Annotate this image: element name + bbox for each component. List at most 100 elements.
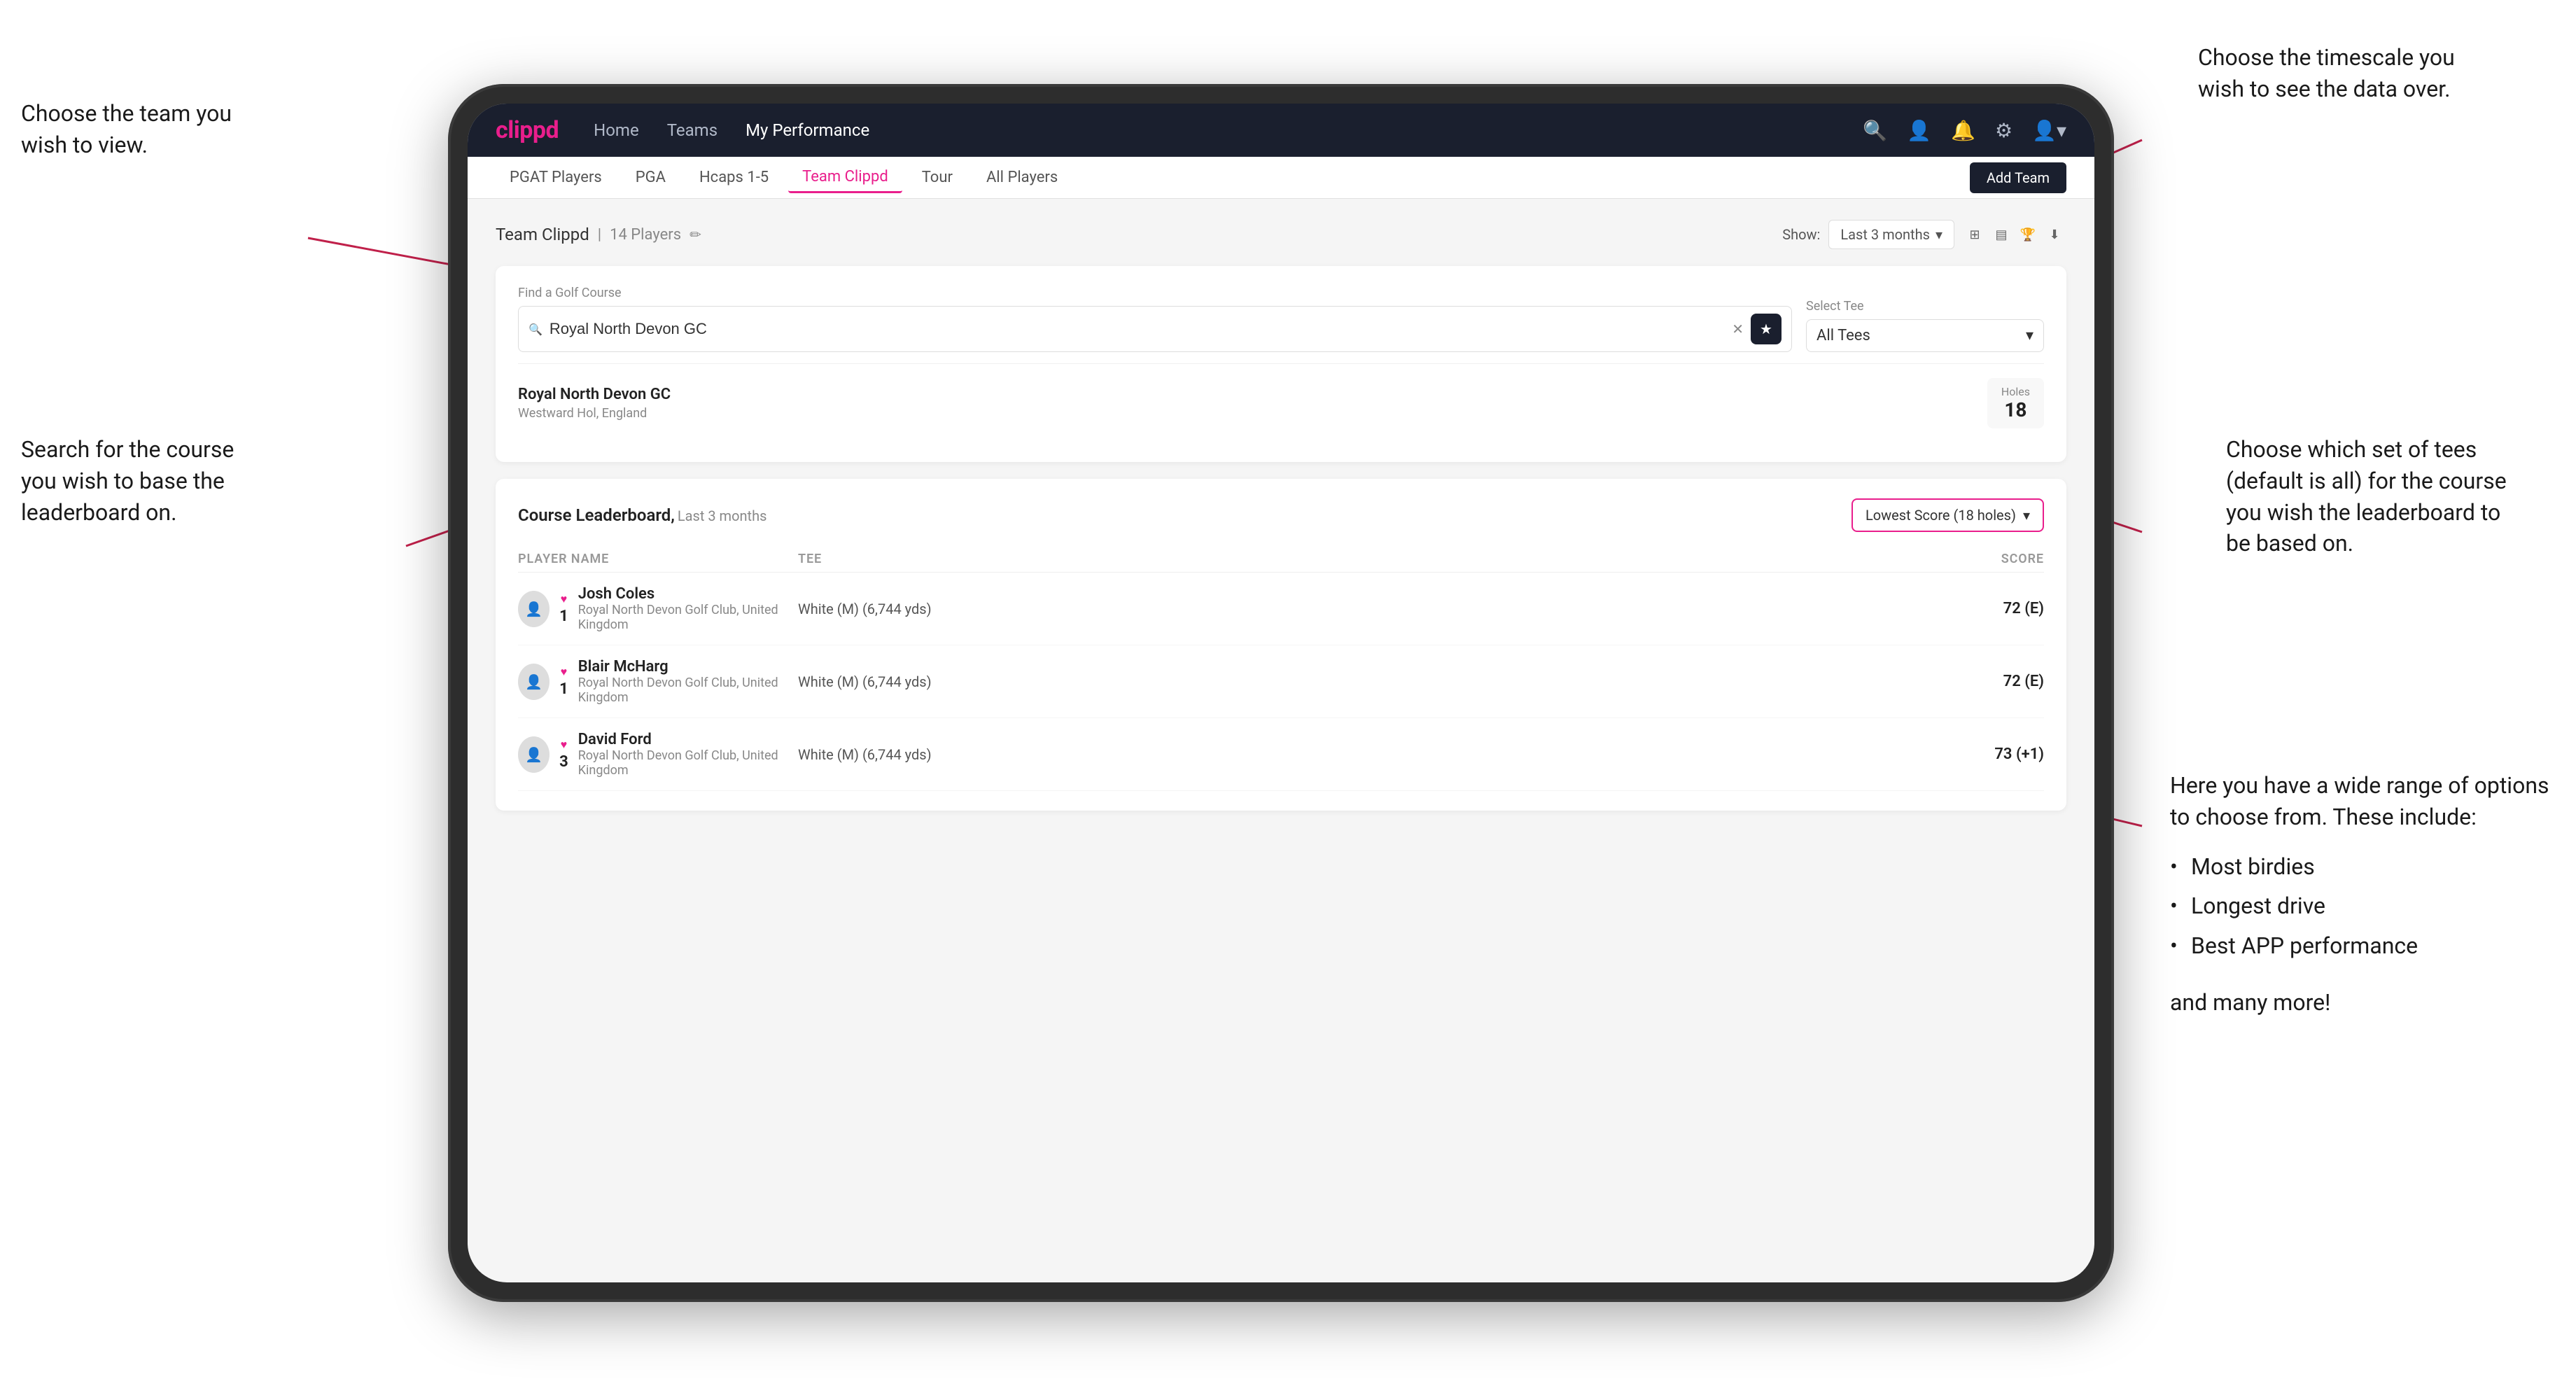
player-info: David Ford Royal North Devon Golf Club, …: [578, 731, 798, 778]
show-dropdown[interactable]: Last 3 months ▾: [1828, 220, 1954, 249]
player-name: Josh Coles: [578, 585, 798, 603]
heart-icon: ♥: [561, 665, 568, 679]
leaderboard-header: Course Leaderboard, Last 3 months Lowest…: [518, 498, 2044, 532]
main-content: Team Clippd | 14 Players ✏ Show: Last 3 …: [468, 199, 2094, 1282]
search-icon: 🔍: [528, 323, 542, 336]
player-cell: 👤 ♥ 1 Blair McHarg Royal North Devon Gol…: [518, 658, 798, 705]
score-type-dropdown[interactable]: Lowest Score (18 holes) ▾: [1851, 498, 2044, 532]
annotation-bottom-right: Here you have a wide range of options to…: [2170, 770, 2562, 1018]
nav-home[interactable]: Home: [594, 120, 639, 140]
add-team-button[interactable]: Add Team: [1970, 162, 2066, 193]
course-search-card: Find a Golf Course 🔍 ✕ ★ Select Tee: [496, 266, 2066, 462]
heart-icon: ♥: [561, 738, 568, 752]
options-list: Most birdies Longest drive Best APP perf…: [2170, 847, 2562, 966]
holes-number: 18: [2001, 398, 2030, 421]
tab-pga[interactable]: PGA: [622, 163, 680, 192]
search-row: Find a Golf Course 🔍 ✕ ★ Select Tee: [518, 286, 2044, 352]
leaderboard-card: Course Leaderboard, Last 3 months Lowest…: [496, 479, 2066, 811]
tablet-device: clippd Home Teams My Performance 🔍 👤 🔔 ⚙…: [448, 84, 2114, 1302]
annotation-top-right: Choose the timescale you wish to see the…: [2198, 42, 2562, 105]
chevron-down-icon: ▾: [2023, 507, 2030, 524]
player-count: |: [598, 226, 601, 244]
annotation-mid-right: Choose which set of tees (default is all…: [2226, 434, 2562, 559]
navbar-links: Home Teams My Performance: [594, 120, 869, 140]
edit-team-icon[interactable]: ✏: [690, 226, 701, 243]
profile-icon[interactable]: 👤: [1907, 119, 1931, 142]
course-name: Royal North Devon GC: [518, 386, 671, 403]
tee-info: White (M) (6,744 yds): [798, 673, 1904, 690]
tee-info: White (M) (6,744 yds): [798, 746, 1904, 763]
tee-value: All Tees: [1816, 327, 1870, 344]
search-icon[interactable]: 🔍: [1863, 119, 1887, 142]
tab-team-clippd[interactable]: Team Clippd: [788, 162, 902, 193]
tab-pgat-players[interactable]: PGAT Players: [496, 163, 616, 192]
download-icon[interactable]: ⬇: [2043, 223, 2066, 246]
option-birdies: Most birdies: [2170, 847, 2562, 887]
trophy-icon[interactable]: 🏆: [2016, 223, 2040, 246]
annotation-mid-left: Search for the course you wish to base t…: [21, 434, 301, 528]
list-view-icon[interactable]: ▤: [1989, 223, 2013, 246]
settings-icon[interactable]: ⚙: [1995, 119, 2012, 142]
player-name: David Ford: [578, 731, 798, 748]
player-count-label: 14 Players: [610, 226, 681, 244]
rank-heart: ♥ 1: [559, 592, 568, 625]
rank-heart: ♥ 1: [559, 665, 568, 698]
score-type-label: Lowest Score (18 holes): [1865, 507, 2016, 524]
tee-dropdown[interactable]: All Tees ▾: [1806, 319, 2044, 352]
grid-view-icon[interactable]: ⊞: [1963, 223, 1987, 246]
player-club: Royal North Devon Golf Club, United King…: [578, 676, 798, 705]
avatar: 👤: [518, 591, 550, 627]
select-tee-label: Select Tee: [1806, 299, 2044, 314]
avatar: 👤: [518, 664, 550, 700]
table-header-row: PLAYER NAME TEE SCORE: [518, 546, 2044, 573]
find-course-group: Find a Golf Course 🔍 ✕ ★: [518, 286, 1792, 352]
course-info: Royal North Devon GC Westward Hol, Engla…: [518, 386, 671, 421]
holes-label: Holes: [2001, 385, 2030, 398]
score-value: 73 (+1): [1904, 746, 2044, 763]
tab-all-players[interactable]: All Players: [972, 163, 1072, 192]
view-icons: ⊞ ▤ 🏆 ⬇: [1963, 223, 2066, 246]
chevron-down-icon: ▾: [1935, 226, 1942, 243]
annotation-top-left: Choose the team you wish to view.: [21, 98, 232, 161]
tablet-screen: clippd Home Teams My Performance 🔍 👤 🔔 ⚙…: [468, 104, 2094, 1282]
favorite-button[interactable]: ★: [1751, 314, 1782, 344]
player-cell: 👤 ♥ 3 David Ford Royal North Devon Golf …: [518, 731, 798, 778]
player-cell: 👤 ♥ 1 Josh Coles Royal North Devon Golf …: [518, 585, 798, 632]
nav-my-performance[interactable]: My Performance: [746, 120, 869, 140]
user-menu-icon[interactable]: 👤▾: [2032, 119, 2066, 142]
notification-icon[interactable]: 🔔: [1951, 119, 1975, 142]
navbar: clippd Home Teams My Performance 🔍 👤 🔔 ⚙…: [468, 104, 2094, 157]
rank-number: 3: [559, 753, 568, 771]
leaderboard-title: Course Leaderboard,: [518, 505, 675, 525]
player-club: Royal North Devon Golf Club, United King…: [578, 603, 798, 632]
rank-heart: ♥ 3: [559, 738, 568, 771]
player-name: Blair McHarg: [578, 658, 798, 676]
show-label: Show:: [1782, 226, 1820, 243]
score-value: 72 (E): [1904, 600, 2044, 617]
team-title: Team Clippd | 14 Players ✏: [496, 225, 701, 244]
player-info: Blair McHarg Royal North Devon Golf Club…: [578, 658, 798, 705]
heart-icon: ♥: [561, 592, 568, 606]
leaderboard-title-group: Course Leaderboard, Last 3 months: [518, 505, 766, 525]
table-row: 👤 ♥ 1 Josh Coles Royal North Devon Golf …: [518, 573, 2044, 645]
tab-hcaps[interactable]: Hcaps 1-5: [685, 163, 783, 192]
col-tee: TEE: [798, 552, 1904, 566]
player-info: Josh Coles Royal North Devon Golf Club, …: [578, 585, 798, 632]
course-location: Westward Hol, England: [518, 406, 671, 421]
leaderboard-subtitle: Last 3 months: [678, 507, 767, 524]
nav-teams[interactable]: Teams: [667, 120, 718, 140]
clear-search-icon[interactable]: ✕: [1732, 321, 1744, 337]
player-club: Royal North Devon Golf Club, United King…: [578, 748, 798, 778]
col-score: SCORE: [1904, 552, 2044, 566]
tee-info: White (M) (6,744 yds): [798, 601, 1904, 617]
tee-select-group: Select Tee All Tees ▾: [1806, 299, 2044, 352]
rank-number: 1: [559, 608, 568, 625]
tab-tour[interactable]: Tour: [908, 163, 967, 192]
course-search-input[interactable]: [550, 320, 1725, 338]
show-controls: Show: Last 3 months ▾ ⊞ ▤ 🏆 ⬇: [1782, 220, 2066, 249]
find-course-label: Find a Golf Course: [518, 286, 1792, 300]
leaderboard-table: PLAYER NAME TEE SCORE 👤 ♥ 1: [518, 546, 2044, 791]
holes-box: Holes 18: [1987, 378, 2044, 428]
subnav: PGAT Players PGA Hcaps 1-5 Team Clippd T…: [468, 157, 2094, 199]
avatar: 👤: [518, 736, 550, 773]
